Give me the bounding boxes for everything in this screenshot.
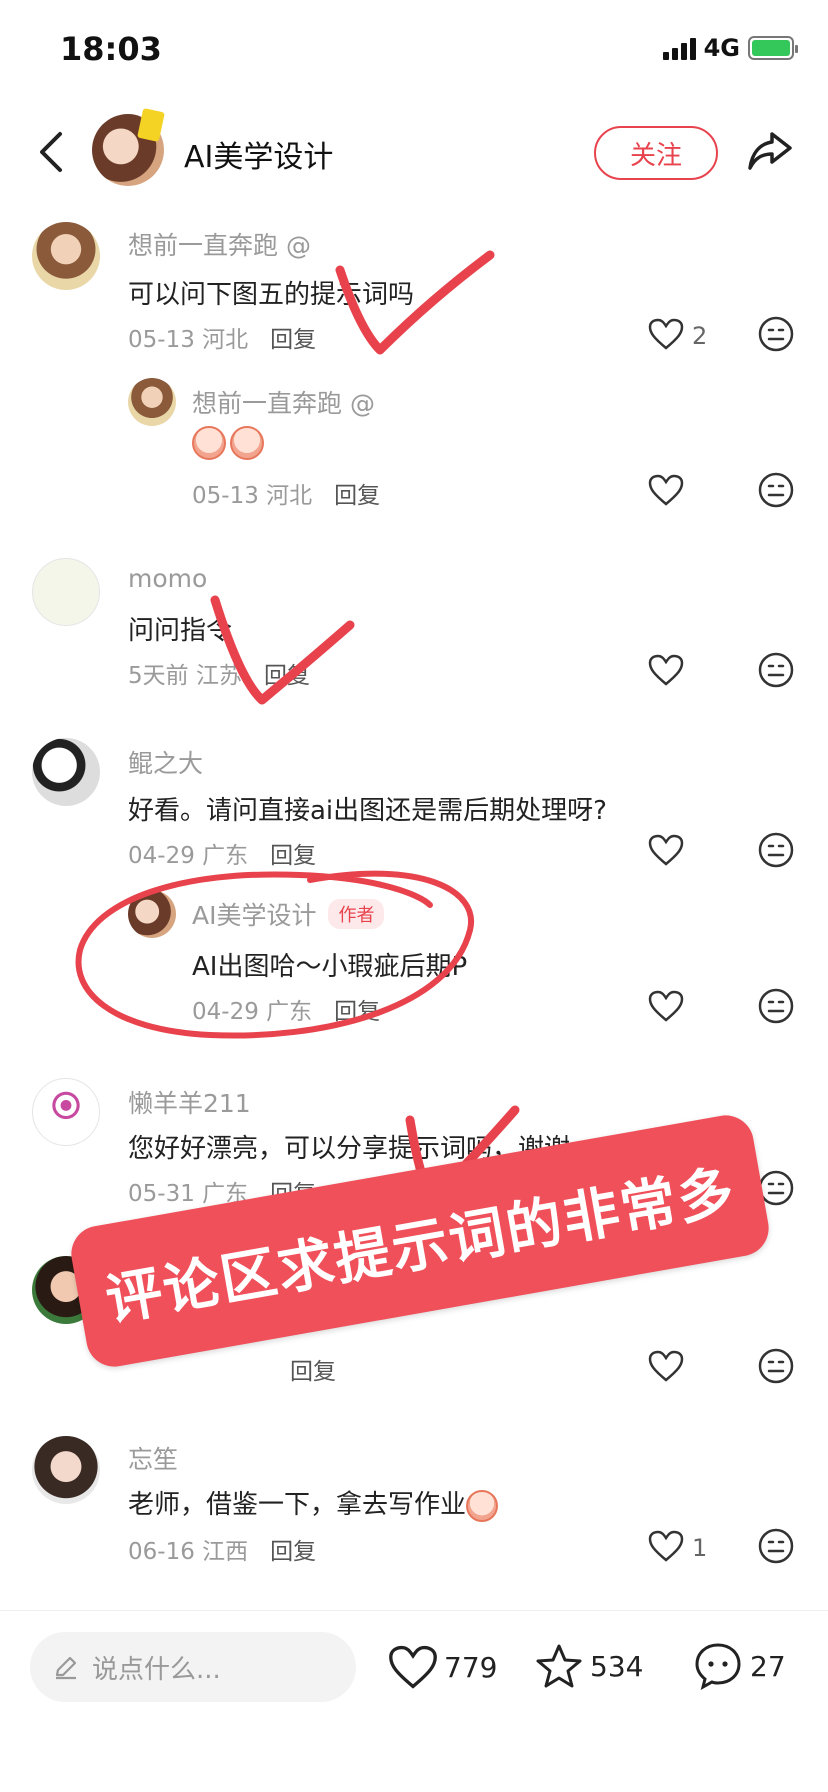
- comment-meta: 05-13 河北 回复: [128, 327, 317, 353]
- comment-input-placeholder: 说点什么...: [92, 1654, 221, 1685]
- comment-author[interactable]: 鲲之大: [128, 744, 203, 780]
- page-title[interactable]: AI美学设计: [184, 132, 333, 176]
- heart-icon[interactable]: [648, 474, 684, 506]
- heart-icon[interactable]: [648, 990, 684, 1022]
- back-icon[interactable]: [32, 128, 72, 176]
- reply-button[interactable]: 回复: [334, 999, 380, 1025]
- heart-icon[interactable]: [648, 654, 684, 686]
- expression-icon[interactable]: [758, 316, 794, 352]
- status-time: 18:03: [60, 30, 162, 68]
- reply-button[interactable]: 回复: [264, 663, 310, 689]
- comment-meta: 06-16 江西 回复: [128, 1539, 317, 1565]
- comment-author[interactable]: AI美学设计 作者: [192, 896, 385, 932]
- expression-icon[interactable]: [758, 652, 794, 688]
- expression-icon[interactable]: [758, 472, 794, 508]
- comment-button[interactable]: 27: [692, 1640, 786, 1692]
- status-icons: 4G: [662, 34, 798, 62]
- reply-button[interactable]: 回复: [270, 1539, 316, 1565]
- heart-icon[interactable]: [648, 1530, 684, 1562]
- comment-text: AI出图哈～小瑕疵后期P: [192, 952, 468, 982]
- divider: [0, 1610, 828, 1611]
- comment-author[interactable]: momo: [128, 564, 207, 593]
- comment-total: 27: [750, 1649, 786, 1683]
- reply-button[interactable]: 回复: [334, 483, 380, 509]
- follow-button[interactable]: 关注: [594, 126, 718, 180]
- battery-icon: [748, 36, 798, 60]
- comment-text: 老师，借鉴一下，拿去写作业: [128, 1484, 502, 1522]
- heart-icon[interactable]: [648, 318, 684, 350]
- comment-icon: [695, 1643, 741, 1690]
- heart-icon: [389, 1645, 437, 1689]
- emoji-icon: [192, 426, 226, 460]
- comment-author[interactable]: 想前一直奔跑 @: [192, 384, 375, 420]
- emoji-icon: [230, 426, 264, 460]
- comment-meta: 04-29 广东 回复: [192, 999, 381, 1025]
- comment-author[interactable]: 想前一直奔跑 @: [128, 226, 311, 262]
- avatar[interactable]: [128, 378, 176, 426]
- avatar[interactable]: [32, 738, 100, 806]
- expression-icon[interactable]: [758, 832, 794, 868]
- comment-author[interactable]: 忘笙: [128, 1440, 178, 1476]
- reply-button[interactable]: 回复: [290, 1359, 336, 1385]
- comment-input[interactable]: 说点什么...: [30, 1632, 356, 1702]
- like-total: 779: [444, 1650, 498, 1684]
- annotation-overlay: [75, 250, 520, 1205]
- network-type: 4G: [703, 34, 740, 62]
- comment-author[interactable]: 懒羊羊211: [128, 1084, 251, 1120]
- author-avatar[interactable]: [92, 114, 164, 186]
- signal-icon: [662, 36, 696, 60]
- comment-meta: 05-13 河北 回复: [192, 483, 381, 509]
- share-icon[interactable]: [746, 126, 794, 174]
- avatar[interactable]: [32, 558, 100, 626]
- comment-text: 好看。请问直接ai出图还是需后期处理呀?: [128, 796, 607, 826]
- avatar[interactable]: [32, 1436, 100, 1504]
- reply-button[interactable]: 回复: [270, 327, 316, 353]
- heart-icon[interactable]: [648, 834, 684, 866]
- heart-icon[interactable]: [648, 1350, 684, 1382]
- like-button[interactable]: 779: [388, 1644, 497, 1690]
- expression-icon[interactable]: [758, 1348, 794, 1384]
- author-badge: 作者: [328, 899, 385, 929]
- emoji-icon: [466, 1489, 499, 1522]
- collect-button[interactable]: 534: [534, 1642, 643, 1690]
- expression-icon[interactable]: [758, 988, 794, 1024]
- star-total: 534: [590, 1649, 644, 1683]
- reply-button[interactable]: 回复: [270, 843, 316, 869]
- expression-icon[interactable]: [758, 1528, 794, 1564]
- like-count: 1: [692, 1534, 708, 1562]
- avatar[interactable]: [32, 222, 100, 290]
- star-icon: [536, 1644, 582, 1688]
- emoji-row: [192, 426, 268, 460]
- comment-meta: 回复: [268, 1352, 336, 1386]
- pencil-icon: [55, 1656, 77, 1680]
- avatar[interactable]: [32, 1078, 100, 1146]
- comment-meta: 5天前 江苏 回复: [128, 663, 310, 689]
- comment-text: 可以问下图五的提示词吗: [128, 280, 415, 310]
- avatar[interactable]: [128, 890, 176, 938]
- comment-text: 问问指令: [128, 616, 233, 646]
- like-count: 2: [692, 322, 708, 350]
- comment-meta: 04-29 广东 回复: [128, 843, 317, 869]
